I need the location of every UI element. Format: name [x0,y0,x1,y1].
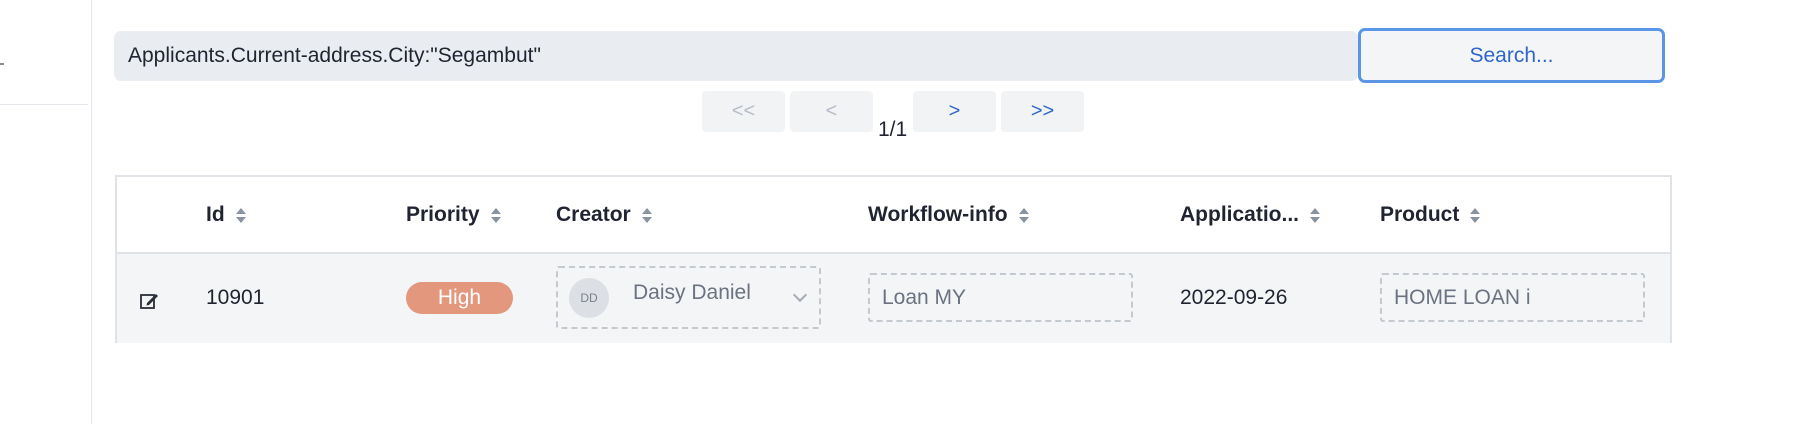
column-header-creator[interactable]: Creator [556,203,652,227]
sort-icon[interactable] [490,207,501,223]
creator-name: Daisy Daniel [633,281,751,304]
results-table: Id Priority Creator Workflow-info Applic… [115,175,1672,343]
column-header-id[interactable]: Id [206,203,246,227]
page: Search... << < 1/1 > >> Id Priority Crea… [0,0,1814,424]
table-row[interactable]: 10901 High DD Daisy Daniel Loan MY 2022-… [117,254,1670,343]
column-header-product[interactable]: Product [1380,203,1481,227]
edit-icon[interactable] [139,291,159,311]
column-header-workflow-info[interactable]: Workflow-info [868,203,1029,227]
search-button[interactable]: Search... [1358,28,1665,83]
creator-select[interactable]: DD Daisy Daniel [556,266,821,329]
product-value: HOME LOAN i [1394,286,1531,309]
workflow-info-field[interactable]: Loan MY [868,273,1133,322]
avatar: DD [569,278,609,318]
last-page-button[interactable]: >> [1001,91,1084,132]
sort-icon[interactable] [1018,207,1029,223]
column-header-application[interactable]: Applicatio... [1180,203,1321,227]
prev-page-button[interactable]: < [790,91,873,132]
priority-badge: High [406,282,513,314]
workflow-info-value: Loan MY [882,286,967,309]
sort-icon[interactable] [1310,207,1321,223]
chevron-down-icon[interactable] [792,287,808,303]
sidebar-divider [0,104,88,105]
page-indicator: 1/1 [878,118,908,141]
cell-id: 10901 [206,286,265,309]
search-input[interactable] [114,31,1358,81]
cell-application-date: 2022-09-26 [1180,286,1288,309]
sidebar-collapse-indicator[interactable] [0,63,4,65]
sort-icon[interactable] [1470,207,1481,223]
table-header: Id Priority Creator Workflow-info Applic… [117,177,1670,254]
column-header-priority[interactable]: Priority [406,203,501,227]
sort-icon[interactable] [641,207,652,223]
next-page-button[interactable]: > [913,91,996,132]
sidebar [0,0,92,424]
first-page-button[interactable]: << [702,91,785,132]
sort-icon[interactable] [235,207,246,223]
product-field[interactable]: HOME LOAN i [1380,273,1645,322]
